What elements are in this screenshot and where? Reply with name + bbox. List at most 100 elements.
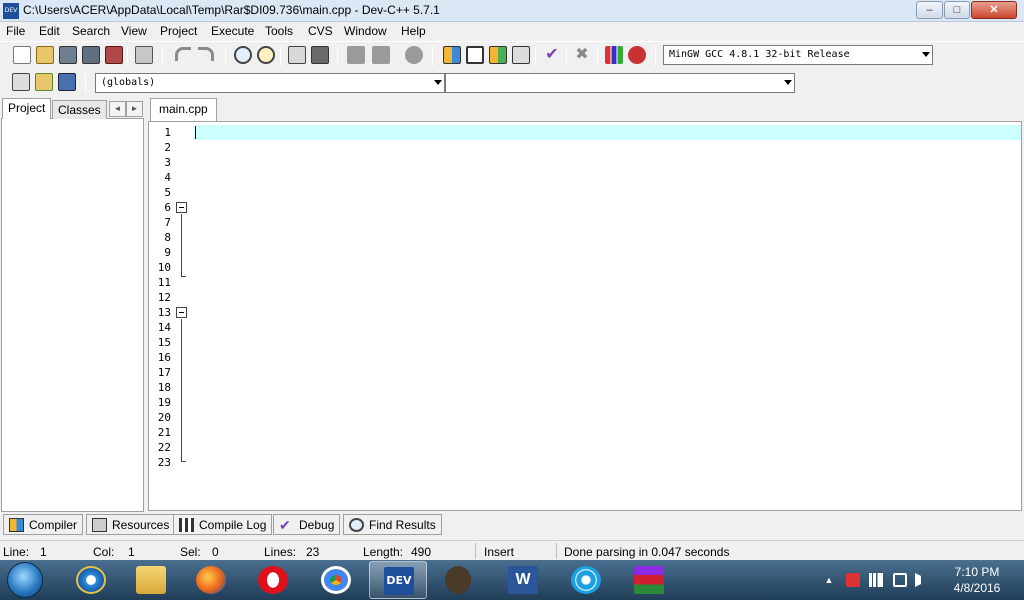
taskbar-firefox[interactable] bbox=[182, 561, 240, 599]
tab-resources[interactable]: Resources bbox=[86, 514, 176, 535]
code-text-area[interactable] bbox=[194, 122, 1021, 510]
tab-debug[interactable]: ✔ Debug bbox=[273, 514, 341, 535]
save-icon[interactable] bbox=[59, 46, 77, 64]
goto-line-icon[interactable] bbox=[288, 46, 306, 64]
profile-icon[interactable] bbox=[605, 46, 623, 64]
code-editor[interactable]: 1 2 3 4 5 6 7 8 9 10 11 12 13 14 15 16 1… bbox=[148, 121, 1022, 511]
title-bar[interactable]: DEV C:\Users\ACER\AppData\Local\Temp\Rar… bbox=[0, 0, 1024, 22]
menu-tools[interactable]: Tools bbox=[265, 24, 293, 38]
tab-scroll-left-icon[interactable]: ◄ bbox=[109, 101, 126, 117]
menu-help[interactable]: Help bbox=[401, 24, 426, 38]
menu-search[interactable]: Search bbox=[72, 24, 110, 38]
menu-cvs[interactable]: CVS bbox=[308, 24, 333, 38]
line-number: 10 bbox=[157, 261, 171, 274]
taskbar-devcpp[interactable]: DEV bbox=[369, 561, 427, 599]
open-file-icon[interactable] bbox=[36, 46, 54, 64]
devcpp-app-icon[interactable]: DEV bbox=[3, 3, 19, 19]
show-hidden-icons-icon[interactable]: ▲ bbox=[822, 573, 836, 587]
find-results-icon bbox=[349, 518, 364, 532]
fold-toggle-icon[interactable] bbox=[176, 307, 187, 318]
tab-find-results-label: Find Results bbox=[369, 518, 436, 532]
tab-main-cpp[interactable]: main.cpp bbox=[150, 98, 217, 121]
status-sel-value: 0 bbox=[212, 545, 219, 559]
action-center-icon[interactable] bbox=[846, 573, 860, 587]
menu-file[interactable]: File bbox=[6, 24, 25, 38]
taskbar-word[interactable]: W bbox=[494, 561, 552, 599]
line-number: 6 bbox=[164, 201, 171, 214]
network-icon[interactable] bbox=[869, 573, 883, 587]
fold-toggle-icon[interactable] bbox=[176, 202, 187, 213]
tab-find-results[interactable]: Find Results bbox=[343, 514, 442, 535]
syntax-check-icon[interactable]: ✔ bbox=[543, 46, 561, 64]
find-icon[interactable] bbox=[234, 46, 252, 64]
tab-compile-log[interactable]: Compile Log bbox=[173, 514, 273, 535]
line-number-gutter[interactable]: 1 2 3 4 5 6 7 8 9 10 11 12 13 14 15 16 1… bbox=[149, 122, 194, 510]
save-all-icon[interactable] bbox=[82, 46, 100, 64]
fold-guide bbox=[181, 214, 182, 276]
chevron-down-icon bbox=[922, 52, 930, 57]
taskbar-winrar[interactable] bbox=[620, 561, 678, 599]
tab-project[interactable]: Project bbox=[2, 98, 52, 119]
line-number: 20 bbox=[157, 411, 171, 424]
scope-select[interactable]: (globals) bbox=[95, 73, 445, 93]
line-number: 7 bbox=[164, 216, 171, 229]
status-sel-label: Sel: bbox=[180, 545, 201, 559]
folder-icon bbox=[136, 566, 166, 594]
toolbar-separator bbox=[535, 46, 536, 66]
taskbar-internet-explorer[interactable] bbox=[62, 561, 120, 599]
status-bar: Line: 1 Col: 1 Sel: 0 Lines: 23 Length: … bbox=[0, 540, 1024, 560]
taskbar-media[interactable] bbox=[557, 561, 615, 599]
start-button[interactable] bbox=[7, 562, 43, 598]
tab-compiler[interactable]: Compiler bbox=[3, 514, 84, 535]
new-file-icon[interactable] bbox=[13, 46, 31, 64]
taskbar-clock[interactable]: 7:10 PM 4/8/2016 bbox=[940, 564, 1014, 596]
menu-execute[interactable]: Execute bbox=[211, 24, 254, 38]
menu-project[interactable]: Project bbox=[160, 24, 197, 38]
compiler-select[interactable]: MinGW GCC 4.8.1 32-bit Release bbox=[663, 45, 933, 65]
run-icon[interactable] bbox=[466, 46, 484, 64]
taskbar-explorer[interactable] bbox=[122, 561, 180, 599]
indent-icon[interactable] bbox=[372, 46, 390, 64]
stop-execution-icon[interactable]: ✖ bbox=[573, 46, 591, 64]
clock-time: 7:10 PM bbox=[954, 565, 1000, 579]
compile-run-icon[interactable] bbox=[489, 46, 507, 64]
toolbar-separator bbox=[566, 46, 567, 66]
minimize-button[interactable]: – bbox=[916, 1, 943, 19]
undo-icon[interactable] bbox=[175, 47, 191, 61]
redo-icon[interactable] bbox=[198, 47, 214, 61]
tab-resources-label: Resources bbox=[112, 518, 170, 532]
toggle-bookmark-icon[interactable] bbox=[311, 46, 329, 64]
close-file-icon[interactable] bbox=[105, 46, 123, 64]
project-tree[interactable] bbox=[1, 118, 144, 512]
taskbar-chrome[interactable] bbox=[307, 561, 365, 599]
project-options-icon[interactable] bbox=[58, 73, 76, 91]
compile-icon[interactable] bbox=[443, 46, 461, 64]
tab-classes[interactable]: Classes bbox=[52, 100, 107, 119]
menu-edit[interactable]: Edit bbox=[39, 24, 60, 38]
taskbar-game[interactable] bbox=[431, 561, 489, 599]
line-number: 14 bbox=[157, 321, 171, 334]
battery-icon[interactable] bbox=[893, 573, 907, 587]
taskbar-opera[interactable] bbox=[244, 561, 302, 599]
toolbar-separator bbox=[162, 46, 163, 66]
member-select[interactable] bbox=[445, 73, 795, 93]
maximize-button[interactable]: □ bbox=[944, 1, 970, 19]
replace-icon[interactable] bbox=[257, 46, 275, 64]
line-number: 17 bbox=[157, 366, 171, 379]
status-col-label: Col: bbox=[93, 545, 115, 559]
project-panel: Project Classes ◄ ► bbox=[0, 97, 145, 512]
new-project-icon[interactable] bbox=[12, 73, 30, 91]
close-button[interactable]: ✕ bbox=[971, 1, 1017, 19]
volume-icon[interactable] bbox=[915, 573, 929, 587]
menu-window[interactable]: Window bbox=[344, 24, 387, 38]
tab-scroll-right-icon[interactable]: ► bbox=[126, 101, 143, 117]
rebuild-all-icon[interactable] bbox=[512, 46, 530, 64]
chrome-icon bbox=[321, 566, 351, 594]
unindent-icon[interactable] bbox=[347, 46, 365, 64]
menu-view[interactable]: View bbox=[121, 24, 147, 38]
toolbar-separator bbox=[127, 46, 128, 66]
delete-profile-icon[interactable] bbox=[628, 46, 646, 64]
comment-icon[interactable] bbox=[405, 46, 423, 64]
add-to-project-icon[interactable] bbox=[35, 73, 53, 91]
print-icon[interactable] bbox=[135, 46, 153, 64]
